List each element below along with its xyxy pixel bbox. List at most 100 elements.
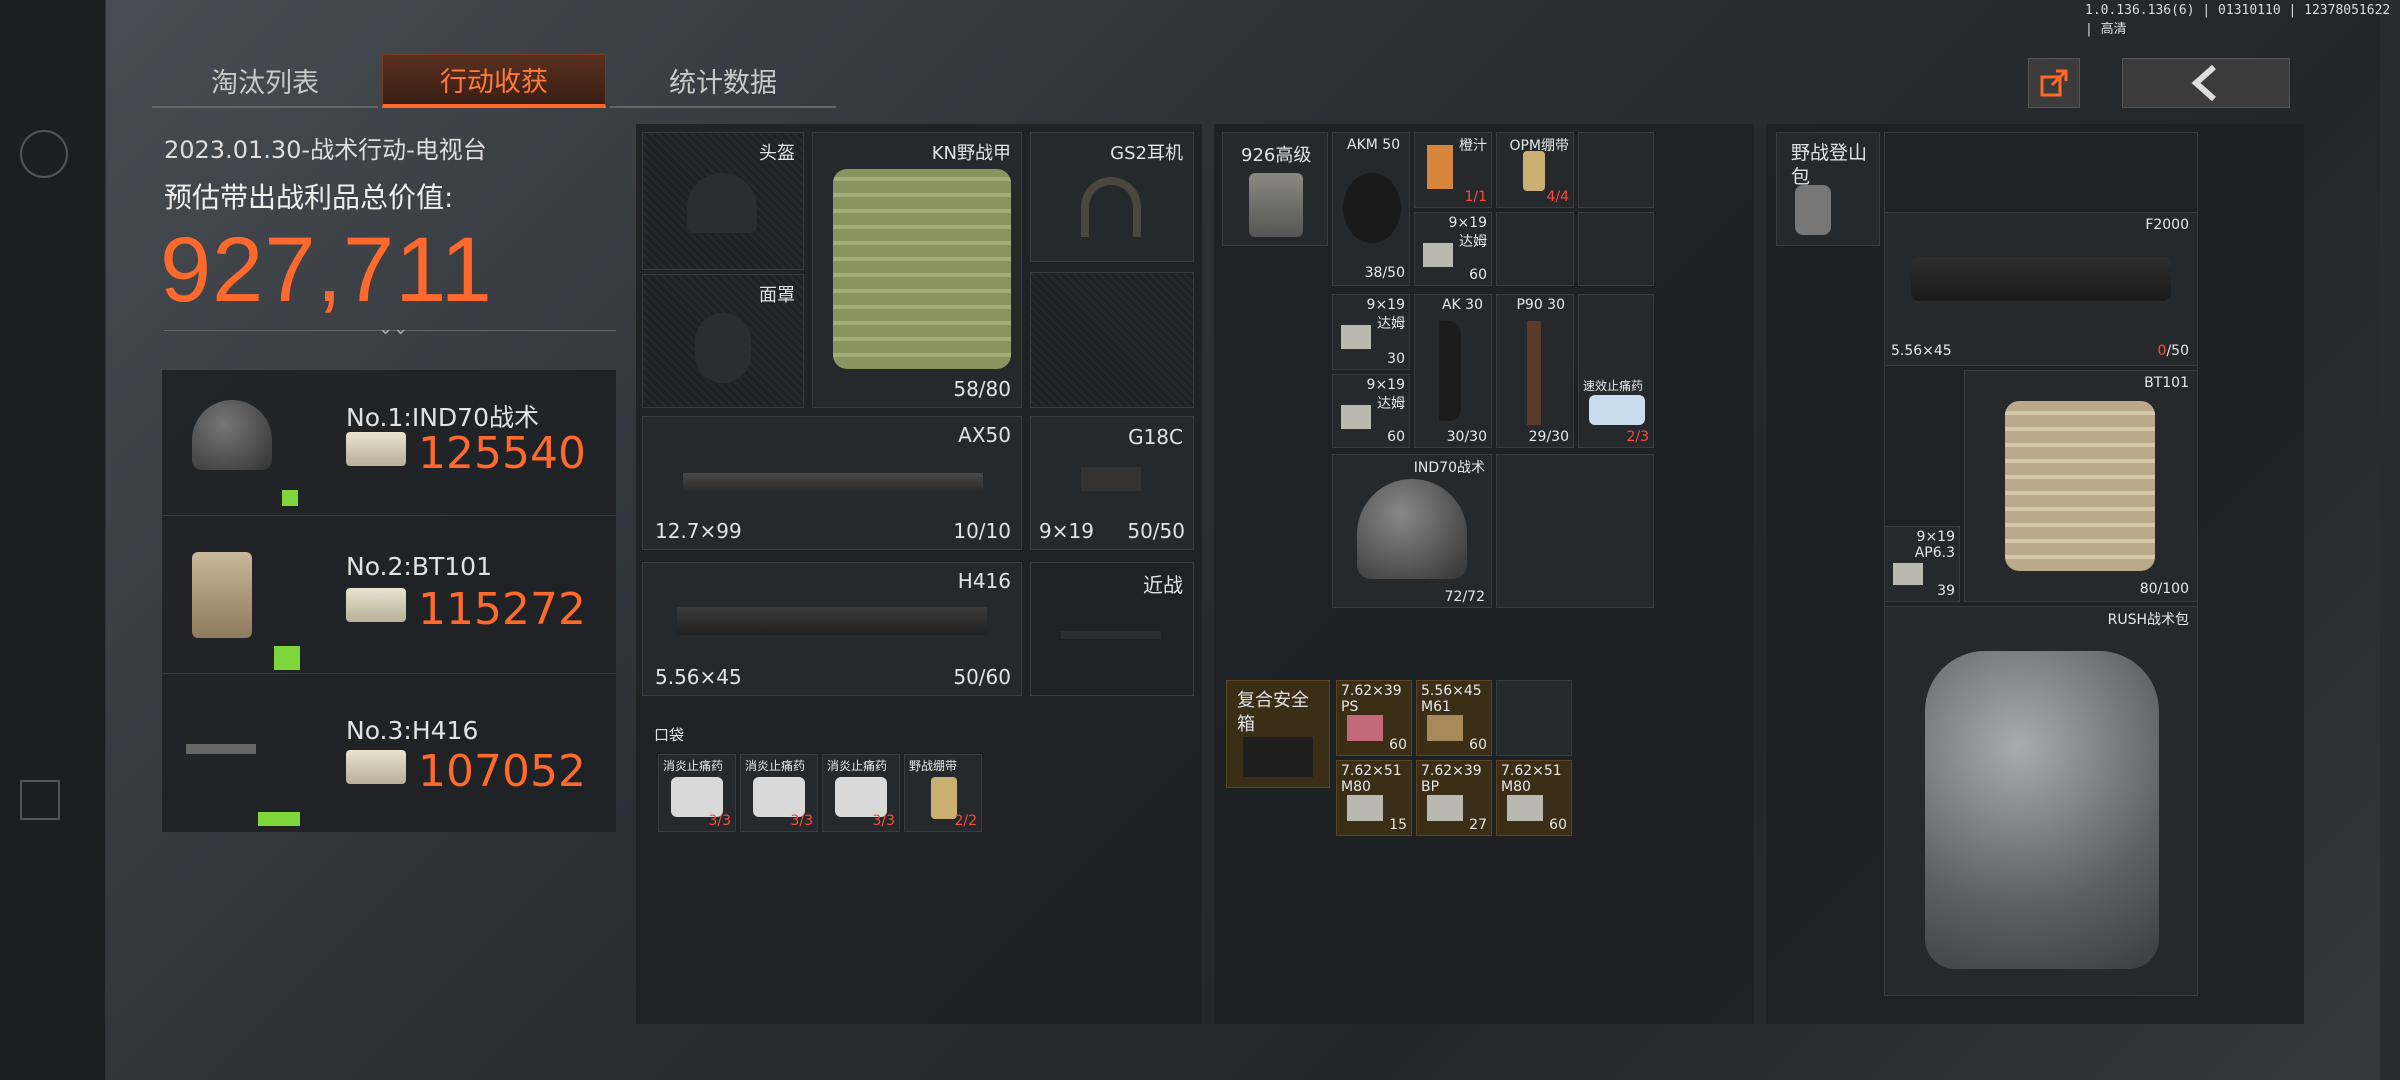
cash-icon bbox=[346, 750, 406, 784]
pocket-item[interactable]: 消炎止痛药 3/3 bbox=[658, 754, 736, 832]
backpack-item-f2000[interactable]: F2000 5.56×45 0/50 bbox=[1884, 212, 2198, 366]
rig-cell[interactable]: 9×19 达姆 60 bbox=[1332, 374, 1410, 448]
right-deco-strip bbox=[2380, 0, 2400, 1080]
safe-box-cell[interactable]: 7.62×51 M80 60 bbox=[1496, 760, 1572, 836]
top-item-row[interactable]: No.3:H416 107052 bbox=[162, 674, 616, 832]
pistol-icon bbox=[1081, 467, 1141, 491]
rig-cell[interactable] bbox=[1578, 212, 1654, 286]
back-button[interactable] bbox=[2122, 58, 2290, 108]
pill-pack-icon bbox=[671, 777, 723, 817]
rig-cell[interactable]: AK 30 30/30 bbox=[1414, 294, 1492, 448]
backpack-item-bt101[interactable]: BT101 80/100 bbox=[1964, 370, 2198, 602]
bt101-name: BT101 bbox=[2144, 375, 2189, 391]
ammo-box-icon bbox=[1893, 563, 1923, 585]
armor-slot[interactable]: KN野战甲 58/80 bbox=[812, 132, 1022, 408]
pocket-item-name: 消炎止痛药 bbox=[745, 759, 806, 773]
tab-statistics[interactable]: 统计数据 bbox=[610, 54, 836, 108]
secondary-weapon-slot[interactable]: H416 5.56×45 50/60 bbox=[642, 562, 1022, 696]
rig-grid: AKM 50 38/50 橙汁 1/1 OPM绷带 4/4 9×19 达姆 60… bbox=[1332, 132, 1654, 612]
pocket-item-name: 野战绷带 bbox=[909, 759, 958, 773]
share-button[interactable] bbox=[2028, 58, 2080, 108]
rig-cell-name: 速效止痛药 bbox=[1583, 379, 1644, 393]
ammo-box-icon bbox=[1427, 795, 1463, 821]
f2000-name: F2000 bbox=[2145, 217, 2189, 233]
pill-pack-icon bbox=[835, 777, 887, 817]
total-value: 927,711 bbox=[160, 219, 493, 321]
armor-vest-icon bbox=[833, 169, 1011, 369]
pocket-grid: 消炎止痛药 3/3 消炎止痛药 3/3 消炎止痛药 3/3 野战绷带 2/2 bbox=[656, 754, 982, 834]
rig-cell[interactable] bbox=[1578, 132, 1654, 208]
primary-weapon-slot[interactable]: AX50 12.7×99 10/10 bbox=[642, 416, 1022, 550]
rig-cell[interactable]: P90 30 29/30 bbox=[1496, 294, 1574, 448]
rig-cell[interactable] bbox=[1496, 454, 1654, 608]
pistol-name: G18C bbox=[1128, 425, 1183, 449]
armor-durability: 58/80 bbox=[953, 377, 1011, 401]
helmet-slot[interactable]: 头盔 bbox=[642, 132, 804, 270]
f2000-ammo-max: /50 bbox=[2166, 343, 2189, 359]
pocket-item[interactable]: 消炎止痛药 3/3 bbox=[740, 754, 818, 832]
mask-slot[interactable]: 面罩 bbox=[642, 274, 804, 408]
pocket-item-name: 消炎止痛药 bbox=[827, 759, 888, 773]
top-item-row[interactable]: No.1:IND70战术 125540 bbox=[162, 370, 616, 516]
safe-box-cell[interactable]: 7.62×39 BP 27 bbox=[1416, 760, 1492, 836]
safe-box-title: 复合安全箱 bbox=[1237, 690, 1309, 735]
rig-cell[interactable]: 9×19 达姆 60 bbox=[1414, 212, 1492, 286]
expand-chevron-icon[interactable]: ⌄⌄ bbox=[378, 318, 408, 339]
top-item-name: No.2:BT101 bbox=[346, 552, 492, 581]
grid-size-icon bbox=[274, 646, 300, 670]
pocket-label: 口袋 bbox=[654, 726, 685, 744]
tab-eliminations[interactable]: 淘汰列表 bbox=[152, 54, 378, 108]
bandage-icon bbox=[931, 777, 957, 819]
tab-action-loot[interactable]: 行动收获 bbox=[382, 54, 606, 108]
backpack-slot[interactable]: 野战登山包 bbox=[1776, 132, 1880, 246]
rig-cell[interactable]: 速效止痛药 2/3 bbox=[1578, 294, 1654, 448]
primary-weapon-ammo: 10/10 bbox=[953, 519, 1011, 543]
pocket-item[interactable]: 野战绷带 2/2 bbox=[904, 754, 982, 832]
secondary-weapon-caliber: 5.56×45 bbox=[655, 665, 742, 689]
safe-box-cell[interactable]: 7.62×39 PS 60 bbox=[1336, 680, 1412, 756]
safe-box-cell[interactable]: 7.62×51 M80 15 bbox=[1336, 760, 1412, 836]
backpack-item-rush[interactable]: RUSH战术包 bbox=[1884, 606, 2198, 996]
safe-box-cell-name: 7.62×39 PS bbox=[1341, 683, 1402, 715]
pistol-slot[interactable]: G18C 9×19 50/50 bbox=[1030, 416, 1194, 550]
ammo-cell-count: 39 bbox=[1937, 583, 1955, 599]
top-item-row[interactable]: No.2:BT101 115272 bbox=[162, 516, 616, 674]
ammo-box-icon bbox=[1341, 325, 1371, 349]
chevron-left-icon bbox=[2191, 64, 2216, 102]
f2000-ammo: 0/50 bbox=[2158, 343, 2189, 359]
safe-box-cell-count: 60 bbox=[1549, 817, 1567, 833]
safe-box-cell[interactable] bbox=[1496, 680, 1572, 756]
headset-icon bbox=[1081, 177, 1141, 237]
ammo-box-icon bbox=[1423, 243, 1453, 267]
assault-rifle-icon bbox=[677, 607, 987, 635]
rig-cell-count: 1/1 bbox=[1464, 189, 1487, 205]
safe-box-cell-count: 60 bbox=[1469, 737, 1487, 753]
safe-box-cell[interactable]: 5.56×45 M61 60 bbox=[1416, 680, 1492, 756]
rig-cell[interactable]: AKM 50 38/50 bbox=[1332, 132, 1410, 286]
pill-pack-icon bbox=[753, 777, 805, 817]
safe-box-cell-name: 5.56×45 M61 bbox=[1421, 683, 1482, 715]
rig-cell[interactable] bbox=[1496, 212, 1574, 286]
melee-slot[interactable]: 近战 bbox=[1030, 562, 1194, 696]
empty-slot[interactable] bbox=[1030, 272, 1194, 408]
rig-cell-name: AK 30 bbox=[1441, 297, 1483, 313]
rig-cell[interactable]: 9×19 达姆 30 bbox=[1332, 294, 1410, 370]
rig-cell[interactable]: OPM绷带 4/4 bbox=[1496, 132, 1574, 208]
rig-title: 926高级 bbox=[1241, 145, 1312, 166]
ammo-box-icon bbox=[1347, 795, 1383, 821]
rifle-icon bbox=[186, 744, 256, 754]
safe-box-slot[interactable]: 复合安全箱 bbox=[1226, 680, 1330, 788]
backpack-item-ammo[interactable]: 9×19 AP6.3 39 bbox=[1884, 526, 1960, 602]
pocket-item[interactable]: 消炎止痛药 3/3 bbox=[822, 754, 900, 832]
safe-box-cell-name: 7.62×51 M80 bbox=[1341, 763, 1402, 795]
date-line: 2023.01.30-战术行动-电视台 bbox=[164, 136, 487, 164]
mask-slot-label: 面罩 bbox=[759, 285, 795, 306]
rig-cell[interactable]: IND70战术 72/72 bbox=[1332, 454, 1492, 608]
rig-slot[interactable]: 926高级 bbox=[1222, 132, 1328, 246]
safe-box-cell-count: 60 bbox=[1389, 737, 1407, 753]
rig-cell[interactable]: 橙汁 1/1 bbox=[1414, 132, 1492, 208]
pistol-ammo: 50/50 bbox=[1127, 519, 1185, 543]
f2000-caliber: 5.56×45 bbox=[1891, 343, 1952, 359]
version-text: 1.0.136.136(6) | 01310110 | 12378051622 … bbox=[2085, 3, 2391, 37]
headset-slot[interactable]: GS2耳机 bbox=[1030, 132, 1194, 262]
